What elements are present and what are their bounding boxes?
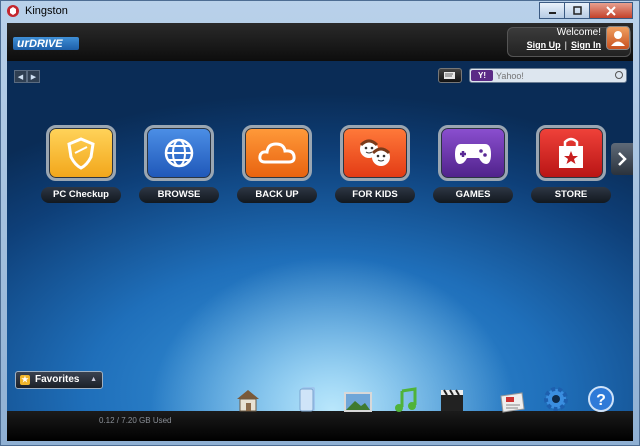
logo-prefix: ur <box>17 36 29 50</box>
tile-games-icon <box>438 125 508 181</box>
tile-browse-icon <box>144 125 214 181</box>
tile-label: BACK UP <box>237 187 317 203</box>
favorites-button[interactable]: ★ Favorites ▲ <box>15 371 103 389</box>
kingston-logo-icon <box>6 4 20 18</box>
caret-up-icon: ▲ <box>90 376 97 383</box>
notes-button[interactable] <box>438 68 462 83</box>
user-avatar-icon <box>611 31 625 46</box>
kids-faces-icon <box>359 139 391 166</box>
urdrive-logo: urDRIVE <box>13 37 79 50</box>
account-links: Sign Up | Sign In <box>527 40 601 50</box>
sign-in-link[interactable]: Sign In <box>571 40 601 50</box>
tile-back-up-icon <box>242 125 312 181</box>
chevron-right-icon <box>618 152 627 166</box>
settings-button[interactable] <box>540 383 572 413</box>
user-avatar-button[interactable] <box>606 26 630 50</box>
tile-store-icon <box>536 125 606 181</box>
pictures-button[interactable] <box>341 383 375 413</box>
search-input[interactable] <box>496 69 606 82</box>
settings-gear-icon <box>544 387 568 411</box>
pictures-icon <box>344 392 372 412</box>
music-icon <box>395 387 417 412</box>
close-icon <box>606 5 616 16</box>
svg-text:?: ? <box>596 392 606 409</box>
favorites-label: Favorites <box>35 374 80 385</box>
maximize-icon <box>572 6 582 15</box>
documents-button[interactable] <box>293 383 323 413</box>
tile-label: BROWSE <box>139 187 219 203</box>
forward-arrow-icon: ▶ <box>30 73 37 81</box>
welcome-text: Welcome! <box>556 27 601 38</box>
news-button[interactable] <box>497 383 527 413</box>
home-button[interactable] <box>233 383 263 413</box>
video-button[interactable] <box>437 383 467 413</box>
video-icon <box>441 389 463 411</box>
help-button[interactable]: ? <box>585 383 617 413</box>
globe-icon <box>164 138 194 168</box>
notepad-icon <box>444 72 455 79</box>
back-arrow-icon: ◀ <box>17 73 24 81</box>
search-icon[interactable] <box>615 71 623 79</box>
shopping-bag-icon <box>559 137 583 168</box>
news-icon <box>500 392 525 413</box>
app-tiles: PC Checkup BROWSE BACK UP FOR KIDS GAMES… <box>41 125 621 245</box>
sign-up-link[interactable]: Sign Up <box>527 40 561 50</box>
forward-button[interactable]: ▶ <box>27 70 40 83</box>
tile-pc-checkup-icon <box>46 125 116 181</box>
cloud-icon <box>258 142 296 164</box>
main-stage: ◀ ▶ Y! PC Checkup <box>7 61 633 411</box>
app-header: urDRIVE Welcome! Sign Up | Sign In <box>7 23 633 61</box>
minimize-button[interactable] <box>539 2 565 19</box>
music-button[interactable] <box>391 383 421 413</box>
window-title: Kingston <box>25 5 68 17</box>
tile-label: STORE <box>531 187 611 203</box>
search-box: Y! <box>469 68 627 83</box>
app-window: Kingston urDRIVE Welcome! Sign Up | Sign I… <box>0 0 640 446</box>
tile-label: GAMES <box>433 187 513 203</box>
search-provider-button[interactable]: Y! <box>471 70 493 81</box>
tile-label: PC Checkup <box>41 187 121 203</box>
close-button[interactable] <box>589 2 633 19</box>
shield-icon <box>67 137 95 170</box>
logo-suffix: DRIVE <box>29 38 63 50</box>
link-separator: | <box>564 40 567 50</box>
help-icon: ? <box>588 386 614 412</box>
maximize-button[interactable] <box>564 2 590 19</box>
next-page-button[interactable] <box>611 143 633 175</box>
favorites-star-icon: ★ <box>20 375 30 385</box>
app-client-area: urDRIVE Welcome! Sign Up | Sign In ◀ ▶ Y! <box>7 23 633 441</box>
documents-icon <box>299 387 315 412</box>
gamepad-icon <box>455 144 491 164</box>
tile-label: FOR KIDS <box>335 187 415 203</box>
home-icon <box>237 390 259 412</box>
title-bar[interactable]: Kingston <box>1 1 639 23</box>
storage-used-text: 0.12 / 7.20 GB Used <box>99 416 172 425</box>
minimize-icon <box>548 12 556 14</box>
back-button[interactable]: ◀ <box>14 70 27 83</box>
tile-for-kids-icon <box>340 125 410 181</box>
history-nav: ◀ ▶ <box>14 70 40 83</box>
